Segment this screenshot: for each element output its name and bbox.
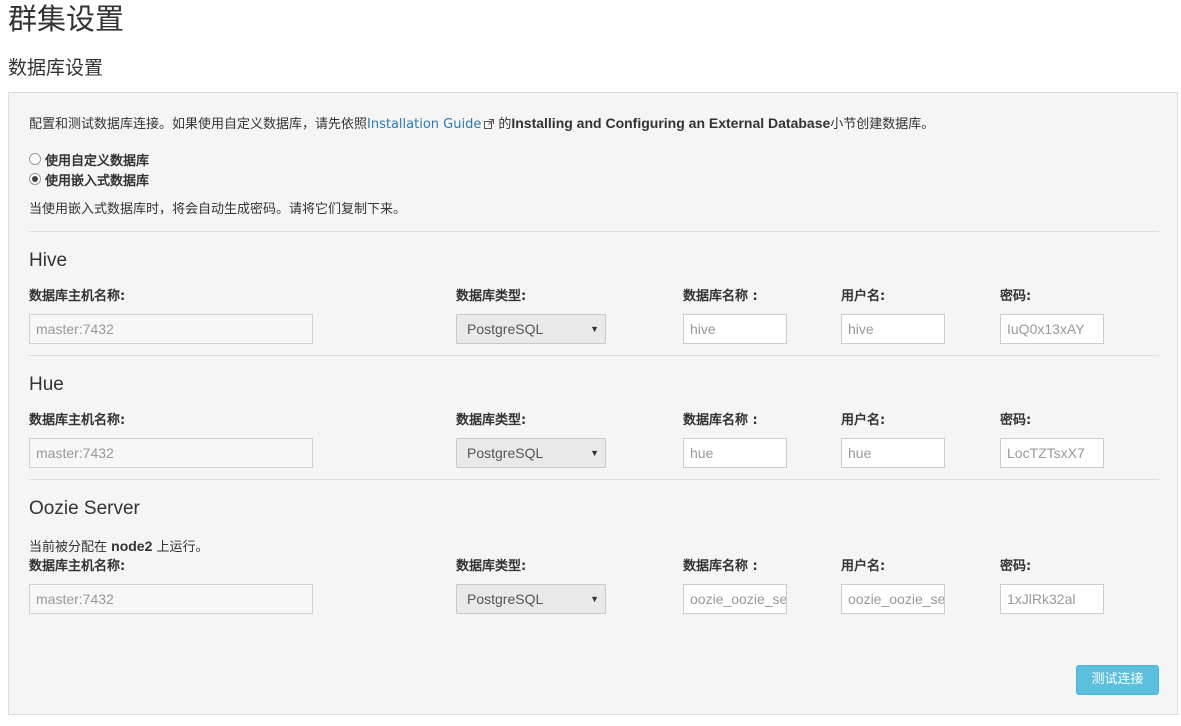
- hive-user-label: 用户名:: [841, 289, 886, 304]
- hive-host-label: 数据库主机名称:: [29, 289, 126, 304]
- section-title: 数据库设置: [8, 57, 104, 79]
- radio-custom-db-label: 使用自定义数据库: [45, 153, 150, 169]
- database-settings-panel: 配置和测试数据库连接。如果使用自定义数据库，请先依照Installation G…: [8, 92, 1178, 715]
- oozie-user-label: 用户名:: [841, 559, 886, 574]
- external-link-icon: [484, 119, 495, 129]
- intro-middle: 的: [498, 117, 512, 132]
- hive-password-label: 密码:: [1000, 289, 1032, 304]
- hue-title: Hue: [29, 374, 64, 395]
- hive-host-input[interactable]: master:7432: [29, 314, 313, 344]
- oozie-title: Oozie Server: [29, 498, 140, 519]
- oozie-type-label: 数据库类型:: [456, 559, 527, 574]
- hue-user-label: 用户名:: [841, 413, 886, 428]
- oozie-user-input[interactable]: oozie_oozie_se: [841, 584, 945, 614]
- divider: [29, 479, 1159, 480]
- test-connection-button[interactable]: 测试连接: [1076, 665, 1159, 695]
- intro-bold-section: Installing and Configuring an External D…: [511, 115, 831, 131]
- hue-type-value: PostgreSQL: [467, 445, 544, 461]
- oozie-assignment-text: 当前被分配在 node2 上运行。: [29, 537, 209, 557]
- hive-dbname-input[interactable]: hive: [683, 314, 787, 344]
- hive-password-input[interactable]: IuQ0x13xAY: [1000, 314, 1104, 344]
- intro-prefix: 配置和测试数据库连接。如果使用自定义数据库，请先依照: [29, 117, 368, 132]
- hue-dbname-label: 数据库名称 :: [683, 413, 758, 428]
- hue-password-input[interactable]: LocTZTsxX7: [1000, 438, 1104, 468]
- radio-embedded-db[interactable]: 使用嵌入式数据库: [29, 170, 150, 189]
- intro-suffix: 小节创建数据库。: [830, 117, 935, 132]
- radio-custom-db[interactable]: 使用自定义数据库: [29, 150, 150, 169]
- oozie-assign-prefix: 当前被分配在: [29, 540, 108, 555]
- oozie-host-label: 数据库主机名称:: [29, 559, 126, 574]
- hue-user-input[interactable]: hue: [841, 438, 945, 468]
- oozie-dbname-input[interactable]: oozie_oozie_se: [683, 584, 787, 614]
- page-title: 群集设置: [8, 2, 125, 36]
- intro-text: 配置和测试数据库连接。如果使用自定义数据库，请先依照Installation G…: [29, 114, 934, 134]
- oozie-password-input[interactable]: 1xJlRk32al: [1000, 584, 1104, 614]
- chevron-down-icon: ▼: [590, 324, 599, 334]
- hue-type-select[interactable]: PostgreSQL ▼: [456, 438, 606, 468]
- chevron-down-icon: ▼: [590, 594, 599, 604]
- oozie-dbname-label: 数据库名称 :: [683, 559, 758, 574]
- radio-embedded-db-circle[interactable]: [29, 173, 41, 185]
- oozie-type-value: PostgreSQL: [467, 591, 544, 607]
- oozie-assign-suffix: 上运行。: [156, 540, 209, 555]
- hive-type-select[interactable]: PostgreSQL ▼: [456, 314, 606, 344]
- hive-title: Hive: [29, 250, 68, 271]
- hue-type-label: 数据库类型:: [456, 413, 527, 428]
- oozie-host-input[interactable]: master:7432: [29, 584, 313, 614]
- oozie-assign-node: node2: [111, 538, 153, 554]
- radio-embedded-db-label: 使用嵌入式数据库: [45, 173, 150, 189]
- radio-custom-db-circle[interactable]: [29, 153, 41, 165]
- hive-type-label: 数据库类型:: [456, 289, 527, 304]
- hive-dbname-label: 数据库名称 :: [683, 289, 758, 304]
- chevron-down-icon: ▼: [590, 448, 599, 458]
- divider: [29, 231, 1159, 232]
- oozie-password-label: 密码:: [1000, 559, 1032, 574]
- embedded-db-note: 当使用嵌入式数据库时，将会自动生成密码。请将它们复制下来。: [29, 202, 407, 217]
- hue-dbname-input[interactable]: hue: [683, 438, 787, 468]
- hue-host-input[interactable]: master:7432: [29, 438, 313, 468]
- hue-password-label: 密码:: [1000, 413, 1032, 428]
- oozie-type-select[interactable]: PostgreSQL ▼: [456, 584, 606, 614]
- hue-host-label: 数据库主机名称:: [29, 413, 126, 428]
- hive-type-value: PostgreSQL: [467, 321, 544, 337]
- installation-guide-link[interactable]: Installation Guide: [367, 117, 481, 132]
- hive-user-input[interactable]: hive: [841, 314, 945, 344]
- divider: [29, 355, 1159, 356]
